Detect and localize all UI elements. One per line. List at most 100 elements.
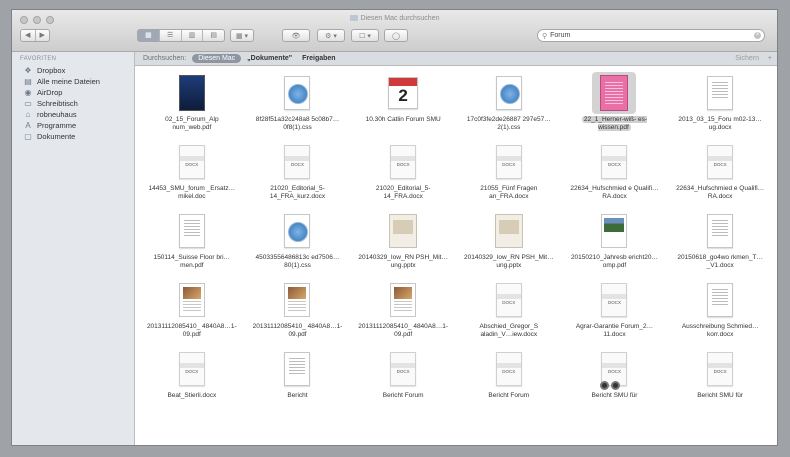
coverflow-view-button[interactable]: ▤ <box>203 30 224 41</box>
file-item[interactable]: DOCX Agrar-Garantie Forum_2…11.docx <box>562 279 668 348</box>
finder-window: Diesen Mac durchsuchen ◀ ▶ ▦ ☰ ▥ ▤ ▦ ▾ 👁… <box>11 9 778 446</box>
save-search-button[interactable]: Sichern <box>735 55 759 62</box>
document-file-icon <box>178 214 205 248</box>
file-thumbnail: DOCX <box>698 348 742 390</box>
file-thumbnail <box>698 210 742 252</box>
file-item[interactable]: DOCX Bericht Forum <box>456 348 562 417</box>
file-item[interactable]: 2 10.30h Catlin Forum SMU <box>350 72 456 141</box>
scope-this-mac-button[interactable]: Diesen Mac <box>192 54 242 63</box>
desktop-icon: ▭ <box>24 98 32 108</box>
add-criteria-button[interactable]: + <box>768 55 772 62</box>
file-item[interactable]: 45033556486813c ed7506…80(1).css <box>245 210 351 279</box>
forward-button[interactable]: ▶ <box>36 30 50 41</box>
file-item[interactable]: DOCX 21020_Editorial_5- 14_FRA_kurz.docx <box>245 141 351 210</box>
file-type-label: DOCX <box>607 369 621 374</box>
file-item[interactable]: DOCX 14453_SMU_forum _Ersatz…mikel.doc <box>139 141 245 210</box>
file-item[interactable]: DOCX Bericht SMU für <box>667 348 773 417</box>
file-name-text: 20140329_Iow_RN PSH_Mit…ung.pptx <box>464 254 554 269</box>
scope-label: Durchsuchen: <box>143 55 187 62</box>
docx-file-icon: DOCX <box>495 145 522 179</box>
results-grid: 02_15_Forum_Alp num_web.pdf 8f28f51a32c24… <box>135 66 777 445</box>
file-item[interactable]: DOCX 21020_Editorial_5- 14_FRA.docx <box>350 141 456 210</box>
search-field[interactable]: ⚲ Forum × <box>537 29 765 42</box>
file-name-text: 21055_Fünf Fragen an_FRA.docx <box>480 185 538 200</box>
sidebar-list: ❖ Dropbox ▤ Alle meine Dateien ◉ AirDrop ▭ Schr… <box>12 65 134 142</box>
file-name: 20150618_go4wo rkmen_T…_V1.docx <box>675 254 765 270</box>
file-item[interactable]: DOCX Bericht SMU für <box>562 348 668 417</box>
file-item[interactable]: 8f28f51a32c248a8 5c08b7…0f8(1).css <box>245 72 351 141</box>
file-name-text: Beat_Stierli.docx <box>167 392 217 399</box>
file-item[interactable]: DOCX 22634_Hufschmied e Qualifi…RA.docx <box>667 141 773 210</box>
file-name-text: 17c0f3fe2de26887 297e57…2(1).css <box>466 116 551 131</box>
file-item[interactable]: 17c0f3fe2de26887 297e57…2(1).css <box>456 72 562 141</box>
docx-file-icon: DOCX <box>707 352 734 386</box>
file-item[interactable]: DOCX 21055_Fünf Fragen an_FRA.docx <box>456 141 562 210</box>
file-name-text: 14453_SMU_forum _Ersatz…mikel.doc <box>148 185 236 200</box>
file-thumbnail <box>698 72 742 114</box>
sidebar-item-programme[interactable]: A Programme <box>12 120 134 131</box>
tags-button[interactable]: ◯ <box>384 29 408 42</box>
search-input[interactable]: Forum <box>550 32 570 39</box>
file-item[interactable]: 20150210_Jahresb ericht20…omp.pdf <box>562 210 668 279</box>
file-item[interactable]: DOCX Bericht Forum <box>350 348 456 417</box>
file-thumbnail: DOCX <box>592 348 636 390</box>
file-name-text: 45033556486813c ed7506…80(1).css <box>255 254 340 269</box>
file-item[interactable]: 20131112085410_ 4840A8…1-09.pdf <box>245 279 351 348</box>
file-name-text: Bericht SMU für <box>697 392 744 399</box>
file-item[interactable]: 02_15_Forum_Alp num_web.pdf <box>139 72 245 141</box>
file-item[interactable]: 20150618_go4wo rkmen_T…_V1.docx <box>667 210 773 279</box>
file-item[interactable]: DOCX Abschied_Gregor_S aladin_V…iew.docx <box>456 279 562 348</box>
sidebar-item-dokumente[interactable]: ▢ Dokumente <box>12 131 134 142</box>
back-button[interactable]: ◀ <box>21 30 36 41</box>
file-name-text: Bericht Forum <box>382 392 424 399</box>
file-name: 20140329_Iow_RN PSH_Mit…ung.pptx <box>358 254 448 270</box>
sidebar-item-schreibtisch[interactable]: ▭ Schreibtisch <box>12 98 134 109</box>
sidebar-item-alle-meine-dateien[interactable]: ▤ Alle meine Dateien <box>12 76 134 87</box>
file-item[interactable]: 20140329_Iow_RN PSH_Mit…ung.pptx <box>456 210 562 279</box>
sidebar-item-airdrop[interactable]: ◉ AirDrop <box>12 87 134 98</box>
list-view-button[interactable]: ☰ <box>160 30 182 41</box>
docx-file-icon: DOCX <box>178 352 205 386</box>
column-view-button[interactable]: ▥ <box>182 30 204 41</box>
pdf-file-icon <box>284 283 311 317</box>
file-item[interactable]: Bericht <box>245 348 351 417</box>
action-button[interactable]: ⚙ ▾ <box>317 29 345 42</box>
pdf-file-icon <box>601 214 628 248</box>
file-type-label: DOCX <box>713 162 727 167</box>
file-item[interactable]: 150114_Suisse Floor bri…men.pdf <box>139 210 245 279</box>
file-name-text: 8f28f51a32c248a8 5c08b7…0f8(1).css <box>255 116 340 131</box>
clear-search-icon[interactable]: × <box>754 32 761 39</box>
docx-file-icon: DOCX <box>390 145 417 179</box>
file-item[interactable]: DOCX Beat_Stierli.docx <box>139 348 245 417</box>
file-item[interactable]: Ausschreibung Schmied…korr.docx <box>667 279 773 348</box>
file-item[interactable]: 20131112085410_ 4840A8…1-09.pdf <box>350 279 456 348</box>
arrange-button[interactable]: ▦ ▾ <box>230 29 254 42</box>
file-thumbnail <box>698 279 742 321</box>
file-item[interactable]: 2013_03_15_Foru m02-13…ug.docx <box>667 72 773 141</box>
file-type-label: DOCX <box>396 369 410 374</box>
magnifier-icon: ⚲ <box>542 32 548 40</box>
file-name-text: Bericht Forum <box>488 392 530 399</box>
sidebar-item-robneuhaus[interactable]: ⌂ robneuhaus <box>12 109 134 120</box>
file-type-label: DOCX <box>502 300 516 305</box>
pdf-file-icon <box>178 283 205 317</box>
file-thumbnail: DOCX <box>487 141 531 183</box>
file-name-text: 21020_Editorial_5- 14_FRA.docx <box>375 185 431 200</box>
file-item[interactable]: 22_1_Herner-wiß- es-wissen.pdf <box>562 72 668 141</box>
file-item[interactable]: 20140329_Iow_RN PSH_Mit…ung.pptx <box>350 210 456 279</box>
scope-documents-button[interactable]: „Dokumente" <box>247 55 292 62</box>
file-thumbnail: DOCX <box>170 348 214 390</box>
file-name: Beat_Stierli.docx <box>147 392 237 400</box>
file-name: 17c0f3fe2de26887 297e57…2(1).css <box>464 116 554 132</box>
file-name: Bericht Forum <box>464 392 554 400</box>
search-scope-bar: Durchsuchen: Diesen Mac „Dokumente" Frei… <box>135 52 777 66</box>
quicklook-button[interactable]: 👁 <box>282 29 310 42</box>
file-name: 21020_Editorial_5- 14_FRA.docx <box>358 185 448 201</box>
scope-shared-button[interactable]: Freigaben <box>302 55 335 62</box>
share-button[interactable]: ☐ ▾ <box>351 29 379 42</box>
icon-view-button[interactable]: ▦ <box>138 30 160 41</box>
file-item[interactable]: 20131112085410_ 4840A8…1-09.pdf <box>139 279 245 348</box>
sidebar-item-dropbox[interactable]: ❖ Dropbox <box>12 65 134 76</box>
file-thumbnail <box>170 210 214 252</box>
file-item[interactable]: DOCX 22634_Hufschmied e Qualifi…RA.docx <box>562 141 668 210</box>
